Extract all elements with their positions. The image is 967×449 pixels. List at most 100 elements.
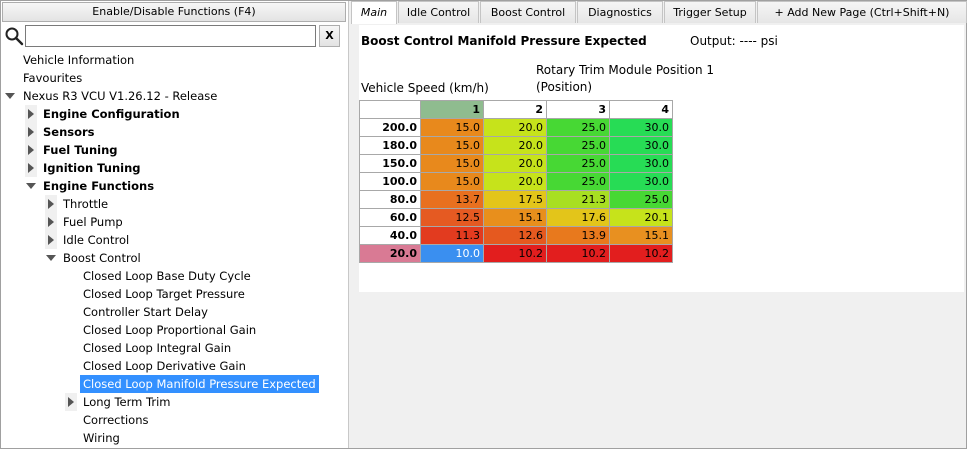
- collapsed-arrow-icon[interactable]: [25, 123, 37, 141]
- tree-item[interactable]: Corrections: [1, 411, 349, 429]
- tree-item[interactable]: Closed Loop Manifold Pressure Expected: [1, 375, 349, 393]
- column-axis-label-line2: (Position): [536, 80, 593, 94]
- table-cell[interactable]: 25.0: [546, 118, 610, 137]
- table-cell[interactable]: 12.5: [420, 208, 484, 227]
- tree-item[interactable]: Engine Configuration: [1, 105, 349, 123]
- table-cell[interactable]: 15.0: [420, 172, 484, 191]
- tree-item-label: Wiring: [83, 431, 120, 445]
- row-header[interactable]: 80.0: [359, 190, 421, 209]
- tree-item[interactable]: Closed Loop Proportional Gain: [1, 321, 349, 339]
- expanded-arrow-icon[interactable]: [45, 249, 57, 267]
- table-cell[interactable]: 30.0: [609, 154, 673, 173]
- collapsed-arrow-icon[interactable]: [65, 393, 77, 411]
- table-cell[interactable]: 10.2: [546, 244, 610, 263]
- table-cell[interactable]: 20.0: [483, 118, 547, 137]
- table-cell[interactable]: 25.0: [609, 190, 673, 209]
- tree-item[interactable]: Favourites: [1, 69, 349, 87]
- table-cell[interactable]: 20.0: [483, 154, 547, 173]
- row-header[interactable]: 60.0: [359, 208, 421, 227]
- table-row: 180.0 15.0 20.0 25.0 30.0: [359, 136, 673, 155]
- tab[interactable]: Main: [351, 1, 397, 24]
- row-header[interactable]: 100.0: [359, 172, 421, 191]
- tree-item[interactable]: Fuel Tuning: [1, 141, 349, 159]
- table-cell[interactable]: 20.1: [609, 208, 673, 227]
- collapsed-arrow-icon[interactable]: [45, 195, 57, 213]
- enable-disable-functions-button[interactable]: Enable/Disable Functions (F4): [2, 2, 346, 22]
- row-header[interactable]: 40.0: [359, 226, 421, 245]
- collapsed-arrow-icon[interactable]: [25, 105, 37, 123]
- tree-item-label: Closed Loop Manifold Pressure Expected: [80, 375, 319, 393]
- tree-item[interactable]: Long Term Trim: [1, 393, 349, 411]
- tab[interactable]: Idle Control: [398, 1, 479, 23]
- tree-item[interactable]: Engine Functions: [1, 177, 349, 195]
- table-cell[interactable]: 10.2: [483, 244, 547, 263]
- tree-item[interactable]: Closed Loop Base Duty Cycle: [1, 267, 349, 285]
- collapsed-arrow-icon[interactable]: [25, 159, 37, 177]
- row-header[interactable]: 20.0: [359, 244, 421, 263]
- table-cell[interactable]: 11.3: [420, 226, 484, 245]
- table-cell[interactable]: 17.6: [546, 208, 610, 227]
- table-row: 150.0 15.0 20.0 25.0 30.0: [359, 154, 673, 173]
- tab[interactable]: Trigger Setup: [664, 1, 756, 23]
- table-cell[interactable]: 30.0: [609, 118, 673, 137]
- tree-item[interactable]: Closed Loop Derivative Gain: [1, 357, 349, 375]
- tree-item-label: Closed Loop Proportional Gain: [83, 323, 257, 337]
- tree-item-label: Fuel Pump: [63, 215, 123, 229]
- table-cell[interactable]: 21.3: [546, 190, 610, 209]
- tab[interactable]: Boost Control: [480, 1, 576, 23]
- column-header[interactable]: 4: [609, 100, 673, 119]
- tree-item[interactable]: Controller Start Delay: [1, 303, 349, 321]
- table-cell[interactable]: 25.0: [546, 172, 610, 191]
- tree-item[interactable]: Fuel Pump: [1, 213, 349, 231]
- tree-item[interactable]: Ignition Tuning: [1, 159, 349, 177]
- tree-item-label: Idle Control: [63, 233, 130, 247]
- tree-item[interactable]: Wiring: [1, 429, 349, 447]
- expanded-arrow-icon[interactable]: [4, 87, 16, 105]
- table-cell[interactable]: 15.1: [483, 208, 547, 227]
- table-cell[interactable]: 20.0: [483, 172, 547, 191]
- tree-item[interactable]: Closed Loop Integral Gain: [1, 339, 349, 357]
- table-cell[interactable]: 17.5: [483, 190, 547, 209]
- expanded-arrow-icon[interactable]: [25, 177, 37, 195]
- collapsed-arrow-icon[interactable]: [25, 141, 37, 159]
- clear-search-button[interactable]: X: [319, 25, 340, 47]
- table-cell[interactable]: 20.0: [483, 136, 547, 155]
- tree-item[interactable]: Idle Control: [1, 231, 349, 249]
- table-editor: Boost Control Manifold Pressure Expected…: [359, 25, 964, 292]
- tab[interactable]: + Add New Page (Ctrl+Shift+N): [757, 1, 967, 23]
- row-header[interactable]: 150.0: [359, 154, 421, 173]
- table-cell[interactable]: 30.0: [609, 172, 673, 191]
- tree-item[interactable]: Closed Loop Target Pressure: [1, 285, 349, 303]
- collapsed-arrow-icon[interactable]: [45, 231, 57, 249]
- table-cell[interactable]: 13.7: [420, 190, 484, 209]
- column-header[interactable]: 1: [420, 100, 484, 119]
- table-cell[interactable]: 13.9: [546, 226, 610, 245]
- column-header[interactable]: 2: [483, 100, 547, 119]
- table-cell[interactable]: 15.0: [420, 136, 484, 155]
- table-cell[interactable]: 30.0: [609, 136, 673, 155]
- collapsed-arrow-icon[interactable]: [45, 213, 57, 231]
- table-cell[interactable]: 15.0: [420, 154, 484, 173]
- tree-item[interactable]: Boost Control: [1, 249, 349, 267]
- table-cell[interactable]: 10.0: [420, 244, 484, 263]
- functions-panel: Enable/Disable Functions (F4) X Vehicle …: [1, 1, 349, 448]
- tree-item[interactable]: Sensors: [1, 123, 349, 141]
- table-row: 60.0 12.5 15.1 17.6 20.1: [359, 208, 673, 227]
- tree-item[interactable]: Nexus R3 VCU V1.26.12 - Release: [1, 87, 349, 105]
- search-input[interactable]: [25, 25, 316, 47]
- tab[interactable]: Diagnostics: [577, 1, 663, 23]
- table-cell[interactable]: 12.6: [483, 226, 547, 245]
- calibration-table: 1 2 3 4 200.0 15.0 20.0 25.0 30.0 180.0 15.0 20.0 25…: [359, 100, 673, 263]
- table-cell[interactable]: 15.0: [420, 118, 484, 137]
- row-header[interactable]: 200.0: [359, 118, 421, 137]
- table-cell[interactable]: 25.0: [546, 136, 610, 155]
- tree-item-label: Favourites: [23, 71, 83, 85]
- table-cell[interactable]: 25.0: [546, 154, 610, 173]
- column-header[interactable]: 3: [546, 100, 610, 119]
- table-cell[interactable]: 10.2: [609, 244, 673, 263]
- row-header[interactable]: 180.0: [359, 136, 421, 155]
- tree-item[interactable]: Throttle: [1, 195, 349, 213]
- tree-item[interactable]: Vehicle Information: [1, 51, 349, 69]
- tree-item-label: Vehicle Information: [23, 53, 135, 67]
- table-cell[interactable]: 15.1: [609, 226, 673, 245]
